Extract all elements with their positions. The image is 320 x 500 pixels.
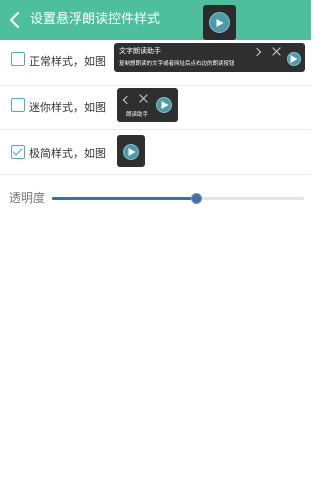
play-icon [156, 97, 172, 113]
minimal-style-preview [117, 135, 145, 167]
mini-caption: 朗读助手 [126, 112, 149, 118]
floating-read-widget[interactable] [203, 5, 236, 40]
mini-style-label: 迷你样式，如图 [29, 101, 106, 114]
mini-style-preview: 朗读助手 [117, 88, 178, 122]
preview-hint: 复制想朗读的文字或者网址后点右边的朗读按钮 [119, 61, 235, 67]
back-arrow-icon[interactable] [8, 10, 22, 30]
play-icon [287, 52, 301, 66]
preview-title: 文字朗读助手 [119, 47, 161, 55]
normal-style-checkbox[interactable] [11, 52, 25, 66]
mini-style-checkbox[interactable] [11, 98, 25, 112]
play-icon[interactable] [209, 12, 230, 33]
opacity-slider-thumb[interactable] [190, 193, 202, 204]
option-row-mini[interactable]: 迷你样式，如图 朗读助手 [0, 84, 311, 130]
close-icon [139, 94, 148, 103]
normal-style-label: 正常样式，如图 [29, 55, 106, 68]
option-row-minimal[interactable]: 极简样式，如图 [0, 129, 311, 175]
minimal-style-checkbox[interactable] [11, 145, 25, 159]
minimal-style-label: 极简样式，如图 [29, 147, 106, 160]
opacity-label: 透明度 [9, 191, 46, 205]
normal-style-preview: 文字朗读助手 复制想朗读的文字或者网址后点右边的朗读按钮 [114, 43, 305, 72]
opacity-slider-fill [52, 197, 196, 200]
page-title: 设置悬浮朗读控件样式 [30, 12, 161, 27]
play-icon [123, 144, 139, 160]
chevron-right-icon [252, 47, 262, 57]
opacity-slider[interactable] [52, 193, 304, 204]
chevron-left-icon [122, 95, 132, 105]
close-icon [272, 47, 281, 56]
app-bar: 设置悬浮朗读控件样式 [0, 0, 311, 40]
option-row-normal[interactable]: 正常样式，如图 文字朗读助手 复制想朗读的文字或者网址后点右边的朗读按钮 [0, 40, 311, 86]
